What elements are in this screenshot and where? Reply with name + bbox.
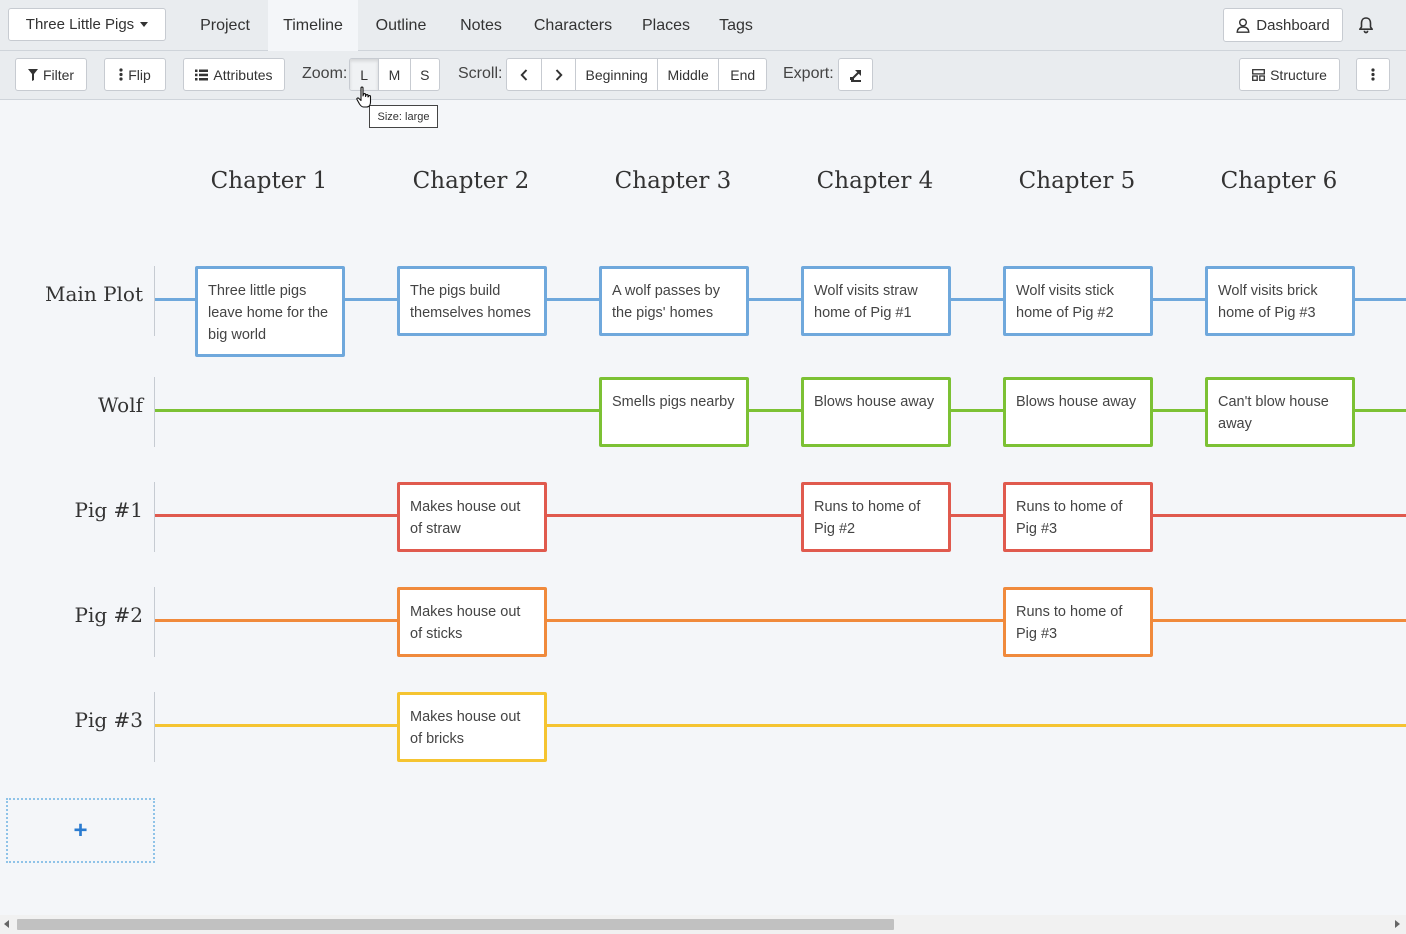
zoom-small-button[interactable]: S	[411, 59, 439, 90]
hand-cursor-icon	[356, 86, 372, 108]
structure-icon	[1252, 68, 1266, 81]
scene-card[interactable]: Wolf visits stick home of Pig #2	[1003, 266, 1153, 336]
more-options-button[interactable]	[1356, 58, 1390, 91]
scene-card[interactable]: A wolf passes by the pigs' homes	[599, 266, 749, 336]
scene-card[interactable]: Makes house out of sticks	[397, 587, 547, 657]
scroll-right-arrow-icon[interactable]	[1395, 920, 1400, 928]
add-plotline-button[interactable]: +	[6, 798, 155, 863]
scene-card[interactable]: The pigs build themselves homes	[397, 266, 547, 336]
scene-card[interactable]: Three little pigs leave home for the big…	[195, 266, 345, 357]
attributes-button[interactable]: Attributes	[183, 58, 285, 91]
scene-card[interactable]: Runs to home of Pig #3	[1003, 587, 1153, 657]
plotline-label-pig-2[interactable]: Pig #2	[0, 603, 144, 627]
export-button[interactable]	[838, 58, 873, 91]
chevron-right-icon	[555, 68, 563, 81]
plotline-label-wolf[interactable]: Wolf	[0, 393, 143, 417]
chapter-header-3[interactable]: Chapter 3	[572, 168, 774, 194]
flip-button[interactable]: Flip	[104, 58, 166, 91]
filter-label: Filter	[42, 66, 75, 83]
plotline-label-pig-3[interactable]: Pig #3	[0, 708, 144, 732]
row-separator	[154, 266, 155, 336]
project-name: Three Little Pigs	[25, 16, 135, 33]
plotline-label-pig-1[interactable]: Pig #1	[0, 498, 144, 522]
user-icon	[1236, 18, 1250, 33]
scroll-middle-button[interactable]: Middle	[658, 59, 720, 90]
scene-card[interactable]: Wolf visits straw home of Pig #1	[801, 266, 951, 336]
tab-characters[interactable]: Characters	[524, 0, 622, 51]
plotline-pig-2	[155, 619, 1406, 622]
timeline-toolbar: Filter Flip Attributes Zoom: L M S Scrol…	[0, 51, 1406, 100]
scene-card[interactable]: Makes house out of bricks	[397, 692, 547, 762]
row-separator	[154, 692, 155, 762]
chevron-left-icon	[520, 68, 528, 81]
attributes-label: Attributes	[213, 66, 273, 83]
dashboard-label: Dashboard	[1256, 16, 1330, 34]
project-dropdown[interactable]: Three Little Pigs	[8, 8, 166, 41]
row-separator	[154, 377, 155, 447]
structure-button[interactable]: Structure	[1239, 58, 1340, 91]
vertical-dots-icon	[119, 68, 123, 81]
zoom-tooltip: Size: large	[369, 105, 438, 128]
plotline-pig-1	[155, 514, 1406, 517]
bell-icon[interactable]	[1356, 15, 1376, 35]
tab-timeline[interactable]: Timeline	[268, 0, 358, 51]
vertical-dots-icon	[1371, 68, 1375, 81]
zoom-medium-button[interactable]: M	[379, 59, 411, 90]
scene-card[interactable]: Smells pigs nearby	[599, 377, 749, 447]
row-separator	[154, 482, 155, 552]
chapter-header-1[interactable]: Chapter 1	[168, 168, 370, 194]
plotline-label-main-plot[interactable]: Main Plot	[0, 282, 143, 306]
tab-places[interactable]: Places	[631, 0, 701, 51]
scroll-end-button[interactable]: End	[719, 59, 766, 90]
chapter-header-6[interactable]: Chapter 6	[1178, 168, 1380, 194]
tab-notes[interactable]: Notes	[448, 0, 514, 51]
filter-icon	[27, 68, 38, 81]
list-icon	[195, 69, 209, 80]
dashboard-button[interactable]: Dashboard	[1223, 8, 1343, 42]
scene-card[interactable]: Blows house away	[1003, 377, 1153, 447]
scene-card[interactable]: Makes house out of straw	[397, 482, 547, 552]
scroll-beginning-button[interactable]: Beginning	[576, 59, 658, 90]
plus-icon: +	[73, 816, 88, 844]
filter-button[interactable]: Filter	[15, 58, 87, 91]
scene-card[interactable]: Wolf visits brick home of Pig #3	[1205, 266, 1355, 336]
scroll-label: Scroll:	[458, 65, 503, 82]
export-label: Export:	[783, 65, 834, 82]
tab-project[interactable]: Project	[184, 0, 266, 51]
scrollbar-thumb[interactable]	[17, 919, 894, 930]
tab-tags[interactable]: Tags	[710, 0, 762, 51]
scene-card[interactable]: Runs to home of Pig #3	[1003, 482, 1153, 552]
chapter-header-5[interactable]: Chapter 5	[976, 168, 1178, 194]
zoom-label: Zoom:	[302, 65, 348, 82]
chapter-header-4[interactable]: Chapter 4	[774, 168, 976, 194]
plotline-pig-3	[155, 724, 1406, 727]
scroll-left-button[interactable]	[507, 59, 542, 90]
export-icon	[849, 69, 861, 82]
scroll-right-button[interactable]	[542, 59, 577, 90]
scene-card[interactable]: Can't blow house away	[1205, 377, 1355, 447]
tab-outline[interactable]: Outline	[361, 0, 441, 51]
top-nav: Three Little Pigs Project Timeline Outli…	[0, 0, 1406, 51]
chapter-header-2[interactable]: Chapter 2	[370, 168, 572, 194]
structure-label: Structure	[1270, 66, 1327, 83]
scroll-group: Beginning Middle End	[506, 58, 767, 91]
scroll-left-arrow-icon[interactable]	[4, 920, 9, 928]
scene-card[interactable]: Blows house away	[801, 377, 951, 447]
flip-label: Flip	[128, 66, 151, 83]
row-separator	[154, 587, 155, 657]
scene-card[interactable]: Runs to home of Pig #2	[801, 482, 951, 552]
horizontal-scrollbar[interactable]	[0, 915, 1406, 934]
caret-down-icon	[140, 22, 149, 27]
